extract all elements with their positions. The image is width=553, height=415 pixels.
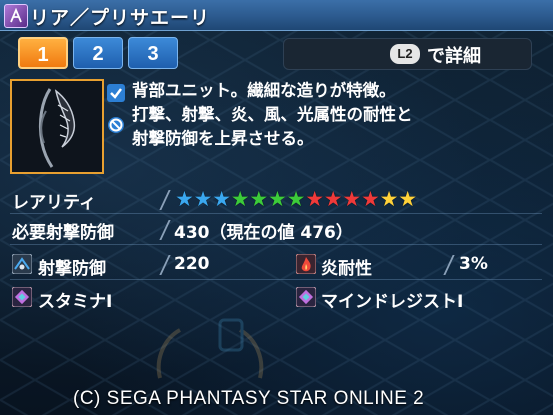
description-line-2: 打撃、射撃、炎、風、光属性の耐性と [132, 105, 413, 124]
rarity-star: ★ [268, 187, 287, 211]
title-bar: リア／プリサエーリ [0, 0, 553, 31]
tab-2-label: 2 [92, 43, 104, 65]
rarity-star: ★ [342, 187, 362, 211]
rarity-star: ★ [193, 187, 213, 211]
description-line-1: 背部ユニット。繊細な造りが特徴。 [132, 81, 396, 100]
copyright-text: (C) SEGA PHANTASY STAR ONLINE 2 [73, 388, 425, 409]
rarity-star: ★ [230, 187, 250, 211]
tab-3[interactable]: 3 [128, 37, 178, 69]
rarity-star: ★ [212, 187, 232, 211]
ability-icon [11, 286, 33, 308]
requirement-value: 430（現在の値 476） [174, 223, 353, 243]
rarity-star: ★ [379, 187, 399, 211]
ranged-defense-icon [11, 253, 33, 275]
l2-button-icon: L2 [390, 44, 420, 64]
fire-resist-icon [295, 253, 317, 275]
rarity-star: ★ [398, 187, 418, 211]
divider [10, 244, 542, 245]
ability-stamina: スタミナⅠ [38, 292, 113, 312]
item-title: リア／プリサエーリ [30, 7, 211, 29]
rarity-star: ★ [175, 187, 194, 211]
tab-1-label: 1 [37, 44, 49, 66]
detail-label: で詳細 [427, 46, 481, 67]
background-emblem [150, 318, 270, 392]
ability-icon [295, 286, 317, 308]
tab-3-label: 3 [147, 43, 159, 65]
rarity-star: ★ [323, 187, 343, 211]
tab-2[interactable]: 2 [73, 37, 123, 69]
wing-unit-icon [12, 81, 102, 172]
divider [10, 213, 542, 214]
no-entry-icon [107, 116, 125, 134]
rarity-star: ★ [361, 187, 380, 211]
stat-value-fire-resist: 3% [459, 254, 488, 274]
rarity-star: ★ [249, 187, 269, 211]
description-line-3: 射撃防御を上昇させる。 [132, 129, 314, 148]
item-description: 背部ユニット。繊細な造りが特徴。 打撃、射撃、炎、風、光属性の耐性と 射撃防御を… [132, 79, 542, 151]
stat-label-fire-resist: 炎耐性 [321, 259, 372, 279]
divider [10, 279, 542, 280]
rear-unit-icon [4, 4, 28, 28]
item-image [10, 79, 104, 174]
ability-mind-resist: マインドレジストⅠ [321, 292, 464, 312]
requirement-label: 必要射撃防御 [12, 223, 114, 243]
detail-button[interactable]: L2 で詳細 [283, 38, 532, 70]
tab-1[interactable]: 1 [18, 37, 68, 69]
stat-label-ranged-defense: 射撃防御 [38, 259, 106, 279]
stat-value-ranged-defense: 220 [174, 254, 210, 274]
rarity-label: レアリティ [12, 193, 96, 213]
checkmark-icon [107, 84, 125, 102]
rarity-star: ★ [305, 187, 325, 211]
rarity-star: ★ [286, 187, 306, 211]
